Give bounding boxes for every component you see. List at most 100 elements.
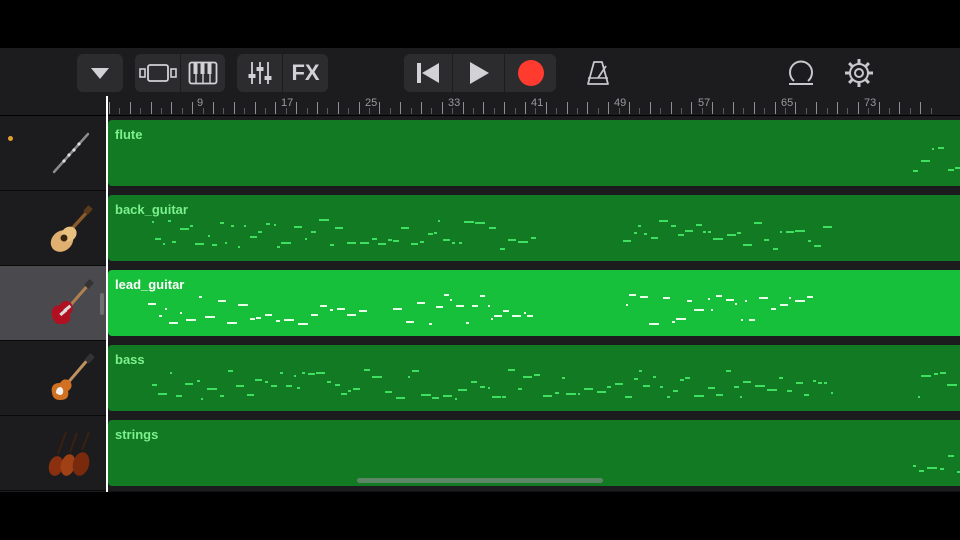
midi-note: [543, 395, 552, 397]
midi-note: [488, 387, 490, 389]
ruler-tick: [525, 102, 526, 114]
ruler-tick: [649, 102, 651, 114]
midi-note: [406, 321, 414, 323]
settings-button[interactable]: [840, 54, 878, 92]
midi-note: [764, 239, 769, 241]
go-to-start-button[interactable]: [404, 54, 452, 92]
track-resize-handle[interactable]: [100, 293, 104, 315]
midi-note: [566, 393, 576, 395]
midi-note: [190, 225, 193, 227]
midi-note: [597, 391, 606, 393]
ruler-tick: [577, 108, 578, 114]
midi-note: [660, 386, 663, 388]
ruler-tick: [722, 108, 724, 114]
track-view-button[interactable]: [135, 54, 180, 92]
region-notes: [152, 369, 957, 400]
playhead[interactable]: [106, 96, 108, 492]
midi-note: [913, 465, 916, 467]
midi-note: [787, 390, 792, 392]
ruler-tick: [639, 108, 641, 114]
region-lead-guitar[interactable]: lead_guitar: [108, 270, 960, 336]
midi-note: [472, 305, 478, 307]
ruler-tick: [670, 102, 672, 114]
midi-note: [527, 315, 533, 317]
region-bass[interactable]: bass: [108, 345, 960, 411]
tracks-menu-button[interactable]: [77, 54, 123, 92]
ruler-tick: [421, 102, 422, 114]
midi-note: [330, 309, 333, 311]
midi-note: [623, 240, 631, 242]
triangle-down-icon: [91, 68, 109, 79]
midi-note: [152, 221, 154, 223]
midi-note: [286, 385, 292, 387]
midi-note: [562, 377, 565, 379]
midi-note: [651, 237, 658, 239]
midi-note: [615, 383, 623, 385]
fx-button[interactable]: FX: [282, 54, 328, 92]
midi-note: [274, 224, 276, 226]
midi-note: [250, 318, 255, 320]
midi-note: [280, 372, 283, 374]
track-header-bass[interactable]: [0, 341, 107, 416]
midi-note: [680, 379, 684, 381]
midi-note: [429, 323, 432, 325]
midi-note: [266, 223, 270, 225]
play-button[interactable]: [452, 54, 504, 92]
track-header-back-guitar[interactable]: [0, 191, 107, 266]
region-flute[interactable]: flute: [108, 120, 960, 186]
midi-note: [711, 309, 713, 311]
midi-note: [531, 237, 536, 239]
midi-note: [319, 219, 329, 221]
midi-note: [276, 320, 280, 322]
midi-note: [271, 385, 277, 387]
midi-note: [330, 244, 334, 246]
midi-note: [743, 244, 752, 246]
midi-note: [450, 299, 452, 301]
midi-note: [201, 398, 203, 400]
ruler-bar-label: 9: [197, 97, 204, 109]
ruler-tick: [514, 108, 516, 114]
track-header-lead-guitar[interactable]: [0, 266, 107, 341]
midi-note: [298, 323, 308, 325]
tracks-view-icon: [138, 64, 177, 82]
midi-note: [512, 315, 521, 317]
midi-note: [480, 295, 485, 297]
loop-browser-button[interactable]: [782, 54, 820, 92]
midi-note: [607, 386, 611, 388]
record-button[interactable]: [504, 54, 556, 92]
midi-note: [347, 314, 356, 316]
region-back-guitar[interactable]: back_guitar: [108, 195, 960, 261]
midi-note: [480, 386, 485, 388]
ruler-tick: [119, 108, 121, 114]
midi-note: [708, 298, 710, 300]
electric-guitar-icon: [51, 279, 94, 325]
ruler-tick: [441, 102, 443, 114]
midi-note: [165, 308, 167, 310]
midi-note: [639, 370, 642, 372]
midi-note: [755, 385, 765, 387]
keyboard-button[interactable]: [180, 54, 225, 92]
midi-note: [265, 381, 268, 383]
ruler-tick: [358, 102, 360, 114]
metronome-button[interactable]: [578, 54, 618, 92]
midi-note: [456, 305, 464, 307]
timeline-ruler[interactable]: 91725334149576573 +: [0, 96, 960, 212]
ruler-tick: [275, 102, 277, 114]
midi-note: [634, 232, 637, 234]
piano-keyboard-icon: [188, 61, 218, 85]
track-header-flute[interactable]: [0, 116, 107, 191]
region-label: lead_guitar: [115, 277, 185, 292]
midi-note: [256, 317, 261, 319]
midi-note: [771, 308, 776, 310]
mixer-button[interactable]: [237, 54, 282, 92]
ruler-tick: [764, 108, 766, 114]
ruler-tick: [660, 108, 662, 114]
horizontal-scrollbar[interactable]: [357, 478, 603, 483]
track-header-strings[interactable]: [0, 416, 107, 491]
tracks-area: flute back_guitar lead_guitar bass strin…: [107, 116, 960, 492]
midi-note: [258, 231, 262, 233]
midi-note: [220, 222, 224, 224]
region-strings[interactable]: strings: [108, 420, 960, 486]
ruler-tick: [889, 108, 890, 114]
ruler-tick: [909, 108, 911, 114]
